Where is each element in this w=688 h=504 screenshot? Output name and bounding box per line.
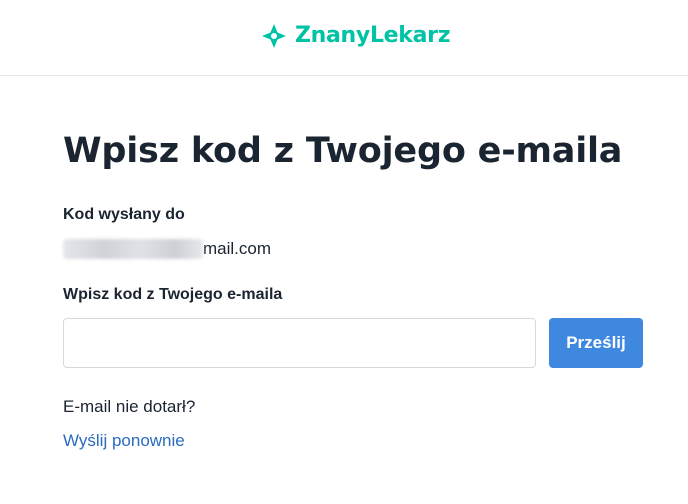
resend-link[interactable]: Wyślij ponownie: [63, 431, 185, 451]
email-not-arrived-text: E-mail nie dotarł?: [63, 397, 196, 416]
page-title: Wpisz kod z Twojego e-maila: [63, 131, 623, 171]
code-input[interactable]: [63, 318, 536, 368]
logo-text: ZnanyLekarz: [295, 23, 451, 48]
email-redacted-blur: [63, 239, 203, 259]
email-address: mail.com: [63, 239, 271, 259]
logo[interactable]: ZnanyLekarz: [261, 22, 451, 50]
star-cross-icon: [261, 23, 287, 49]
email-suffix: mail.com: [203, 239, 272, 258]
submit-button[interactable]: Prześlij: [549, 318, 643, 368]
code-field-label: Wpisz kod z Twojego e-maila: [63, 286, 283, 303]
header: ZnanyLekarz: [0, 0, 688, 76]
code-sent-label: Kod wysłany do: [63, 206, 185, 223]
